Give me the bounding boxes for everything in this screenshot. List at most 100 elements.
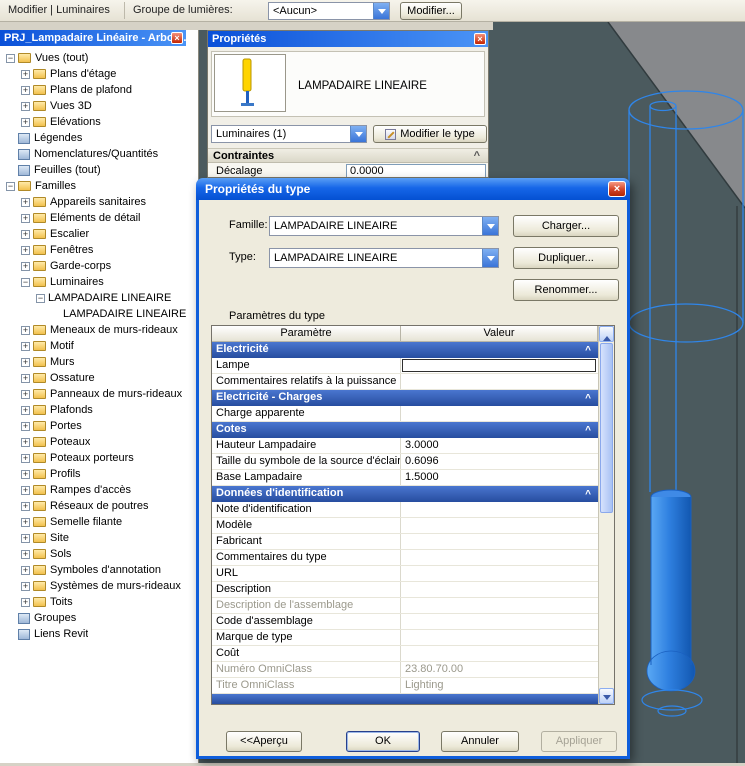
tree-item[interactable]: + Murs — [0, 354, 197, 370]
tree-expander-icon[interactable]: + — [21, 85, 30, 95]
tree-expander-icon[interactable]: + — [21, 341, 30, 351]
tree-item[interactable]: + Toits — [0, 594, 197, 610]
scroll-down-icon[interactable] — [599, 688, 614, 704]
param-section-header[interactable] — [212, 694, 598, 704]
tree-expander-icon[interactable]: + — [21, 117, 30, 127]
param-section-header[interactable]: Données d'identification ^ — [212, 486, 598, 502]
group-modify-button[interactable]: Modifier... — [400, 2, 462, 20]
ok-button[interactable]: OK — [346, 731, 420, 752]
chevron-down-icon[interactable] — [482, 249, 498, 267]
tree-item[interactable]: + Systèmes de murs-rideaux — [0, 578, 197, 594]
param-section-header[interactable]: Electricité ^ — [212, 342, 598, 358]
preview-button[interactable]: <<Aperçu — [226, 731, 302, 752]
tree-expander-icon[interactable]: + — [21, 405, 30, 415]
param-value[interactable]: Lighting — [401, 678, 598, 693]
tree-item[interactable]: + Portes — [0, 418, 197, 434]
tree-item[interactable]: + Panneaux de murs-rideaux — [0, 386, 197, 402]
chevron-down-icon[interactable] — [482, 217, 498, 235]
param-value[interactable] — [401, 534, 598, 549]
param-section-header[interactable]: Cotes ^ — [212, 422, 598, 438]
param-value[interactable] — [401, 614, 598, 629]
type-dropdown[interactable]: LAMPADAIRE LINEAIRE — [269, 248, 499, 268]
close-icon[interactable]: × — [171, 32, 183, 44]
tree-expander-icon[interactable]: + — [21, 533, 30, 543]
tree-item[interactable]: + Profils — [0, 466, 197, 482]
tree-expander-icon[interactable]: − — [6, 53, 15, 63]
param-value[interactable] — [401, 598, 598, 613]
tree-expander-icon[interactable]: + — [21, 597, 30, 607]
param-value[interactable] — [401, 550, 598, 565]
tree-expander-icon[interactable]: + — [21, 389, 30, 399]
light-group-dropdown[interactable]: <Aucun> — [268, 2, 390, 20]
rename-button[interactable]: Renommer... — [513, 279, 619, 301]
tree-expander-icon[interactable]: + — [21, 213, 30, 223]
tree-expander-icon[interactable]: + — [21, 453, 30, 463]
tree-expander-icon[interactable]: + — [21, 565, 30, 575]
close-icon[interactable]: × — [608, 181, 626, 197]
param-value[interactable] — [401, 406, 598, 421]
tree-item[interactable]: + Poteaux — [0, 434, 197, 450]
chevron-down-icon[interactable] — [373, 3, 389, 19]
tree-expander-icon[interactable]: + — [21, 357, 30, 367]
tree-item[interactable]: + Fenêtres — [0, 242, 197, 258]
tree-item[interactable]: + Elévations — [0, 114, 197, 130]
tree-item[interactable]: + Plafonds — [0, 402, 197, 418]
dialog-titlebar[interactable]: Propriétés du type × — [196, 178, 630, 200]
chevron-up-icon[interactable]: ^ — [474, 149, 480, 163]
param-value[interactable]: 1.5000 — [401, 470, 598, 485]
tree-expander-icon[interactable]: + — [21, 421, 30, 431]
tree-expander-icon[interactable]: + — [21, 469, 30, 479]
tree-item[interactable]: + Semelle filante — [0, 514, 197, 530]
tree-expander-icon[interactable]: + — [21, 229, 30, 239]
close-icon[interactable]: × — [474, 33, 486, 45]
duplicate-button[interactable]: Dupliquer... — [513, 247, 619, 269]
tree-item[interactable]: + Sols — [0, 546, 197, 562]
chevron-up-icon[interactable]: ^ — [585, 343, 591, 358]
tree-item[interactable]: + Eléments de détail — [0, 210, 197, 226]
constraints-section-header[interactable]: Contraintes ^ — [208, 148, 488, 163]
param-value[interactable] — [401, 646, 598, 661]
param-value[interactable] — [401, 358, 598, 373]
tree-item[interactable]: − LAMPADAIRE LINEAIRE — [0, 290, 197, 306]
tree-expander-icon[interactable]: + — [21, 549, 30, 559]
tree-expander-icon[interactable]: − — [6, 181, 15, 191]
tree-item[interactable]: + Meneaux de murs-rideaux — [0, 322, 197, 338]
type-selector-dropdown[interactable]: Luminaires (1) — [211, 125, 367, 143]
tree-item[interactable]: Liens Revit — [0, 626, 197, 642]
tree-item[interactable]: + Rampes d'accès — [0, 482, 197, 498]
tree-expander-icon[interactable]: + — [21, 437, 30, 447]
param-value[interactable] — [401, 566, 598, 581]
tree-expander-icon[interactable]: + — [21, 325, 30, 335]
tree-item[interactable]: + Appareils sanitaires — [0, 194, 197, 210]
param-value[interactable] — [401, 582, 598, 597]
tree-item[interactable]: + Ossature — [0, 370, 197, 386]
tree-expander-icon[interactable]: + — [21, 517, 30, 527]
chevron-up-icon[interactable]: ^ — [585, 423, 591, 438]
load-button[interactable]: Charger... — [513, 215, 619, 237]
tree-expander-icon[interactable]: + — [21, 245, 30, 255]
scrollbar-thumb[interactable] — [600, 343, 613, 513]
tree-expander-icon[interactable]: − — [36, 293, 45, 303]
tree-expander-icon[interactable]: + — [21, 69, 30, 79]
tree-item[interactable]: + Site — [0, 530, 197, 546]
param-value[interactable] — [401, 518, 598, 533]
tree-expander-icon[interactable]: + — [21, 581, 30, 591]
tree-item[interactable]: + Garde-corps — [0, 258, 197, 274]
tree-expander-icon[interactable]: − — [21, 277, 30, 287]
tree-item[interactable]: + Plans d'étage — [0, 66, 197, 82]
tree-expander-icon[interactable]: + — [21, 485, 30, 495]
tree-item[interactable]: Légendes — [0, 130, 197, 146]
chevron-down-icon[interactable] — [350, 126, 366, 142]
project-browser-titlebar[interactable]: PRJ_Lampadaire Linéaire - Arbor... × — [0, 30, 186, 46]
tree-item[interactable]: − Vues (tout) — [0, 50, 197, 66]
tree-expander-icon[interactable]: + — [21, 373, 30, 383]
tree-item[interactable]: + Escalier — [0, 226, 197, 242]
tree-item[interactable]: + Poteaux porteurs — [0, 450, 197, 466]
tree-item[interactable]: − Familles — [0, 178, 197, 194]
tree-item[interactable]: + Motif — [0, 338, 197, 354]
chevron-up-icon[interactable]: ^ — [585, 487, 591, 502]
tree-item[interactable]: Nomenclatures/Quantités — [0, 146, 197, 162]
param-value-input[interactable] — [402, 359, 596, 372]
param-value[interactable]: 3.0000 — [401, 438, 598, 453]
param-value[interactable]: 23.80.70.00 — [401, 662, 598, 677]
